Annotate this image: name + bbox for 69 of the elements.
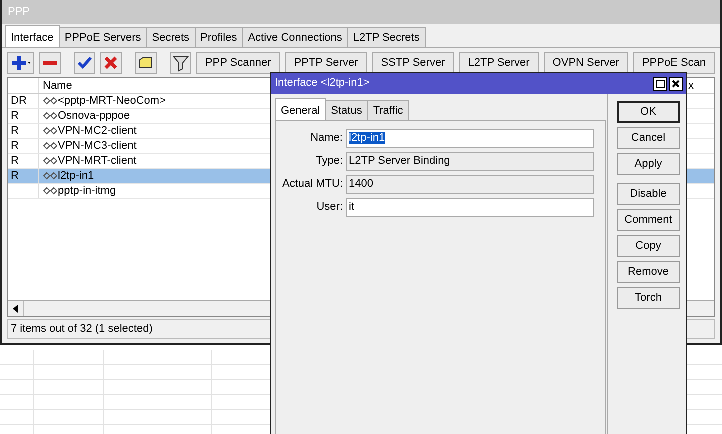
tab[interactable]: L2TP Secrets	[347, 27, 426, 47]
toolbar-button[interactable]: OVPN Server	[544, 52, 628, 74]
table-cell: l2tp-in1	[58, 169, 94, 183]
table-cell: R	[11, 155, 19, 167]
table-cell: R	[11, 110, 19, 122]
tab[interactable]: Profiles	[194, 27, 244, 47]
table-cell: DR	[11, 95, 27, 107]
toolbar-button[interactable]: PPTP Server	[285, 52, 368, 74]
filter-icon	[172, 54, 190, 72]
readonly-field: 1400	[346, 175, 594, 194]
input-field[interactable]: it	[346, 198, 594, 217]
interface-icon	[43, 127, 57, 135]
table-cell: <pptp-MRT-NeoCom>	[58, 94, 166, 108]
table-cell: R	[11, 140, 19, 152]
dialog-button[interactable]: Comment	[617, 209, 680, 231]
comment-button[interactable]	[135, 52, 157, 74]
readonly-field: L2TP Server Binding	[346, 152, 594, 171]
filter-button[interactable]	[170, 52, 192, 74]
table-cell: VPN-MC2-client	[58, 124, 137, 138]
field-label: Name:	[310, 131, 344, 146]
dialog-button[interactable]: Disable	[617, 183, 680, 205]
close-icon	[672, 80, 680, 88]
interface-icon	[43, 157, 57, 165]
interface-icon	[43, 97, 57, 105]
tab[interactable]: Status	[325, 100, 368, 120]
tab[interactable]: Interface	[5, 25, 60, 47]
toolbar-button[interactable]: PPP Scanner	[196, 52, 280, 74]
tab[interactable]: Active Connections	[242, 27, 348, 47]
maximize-button[interactable]	[653, 76, 667, 90]
input-field[interactable]: l2tp-in1	[346, 129, 594, 148]
column-header[interactable]: Name	[43, 80, 72, 92]
maximize-icon	[656, 80, 664, 88]
toolbar-button[interactable]: SSTP Server	[372, 52, 454, 74]
table-cell: Osnova-pppoe	[58, 109, 130, 123]
dialog-button[interactable]: Torch	[617, 287, 680, 309]
tab[interactable]: Secrets	[146, 27, 196, 47]
toolbar-button[interactable]: L2TP Server	[459, 52, 539, 74]
minus-icon	[42, 61, 57, 65]
interface-icon	[43, 187, 57, 195]
plus-icon	[10, 54, 32, 72]
dialog-button[interactable]: Remove	[617, 261, 680, 283]
dialog-button[interactable]: Copy	[617, 235, 680, 257]
toolbar-button[interactable]: PPPoE Scan	[633, 52, 716, 74]
field-label: Actual MTU:	[281, 177, 344, 192]
disable-button[interactable]	[100, 52, 122, 74]
dialog-title: Interface <l2tp-in1>	[275, 76, 371, 92]
interface-icon	[43, 112, 57, 120]
remove-button[interactable]	[39, 52, 61, 74]
table-cell: pptp-in-itmg	[58, 184, 116, 198]
close-button[interactable]	[669, 76, 683, 90]
interface-icon	[43, 172, 57, 180]
tab[interactable]: Traffic	[367, 100, 410, 120]
tab[interactable]: General	[275, 98, 326, 120]
table-cell: VPN-MRT-client	[58, 154, 137, 168]
enable-button[interactable]	[74, 52, 96, 74]
field-label: User:	[316, 200, 344, 216]
left-arrow-icon	[12, 304, 20, 312]
dialog-button[interactable]: Cancel	[617, 127, 680, 149]
dialog-button[interactable]: Apply	[617, 153, 680, 175]
table-cell: R	[11, 170, 19, 182]
tab[interactable]: PPPoE Servers	[58, 27, 148, 47]
table-cell: R	[11, 125, 19, 137]
field-label: Type:	[315, 154, 344, 170]
column-header[interactable]: x	[688, 78, 714, 93]
table-cell: VPN-MC3-client	[58, 139, 137, 153]
dialog-button[interactable]: OK	[617, 101, 680, 123]
checkmark-icon	[76, 54, 94, 72]
interface-icon	[43, 142, 57, 150]
add-button[interactable]	[7, 52, 34, 74]
